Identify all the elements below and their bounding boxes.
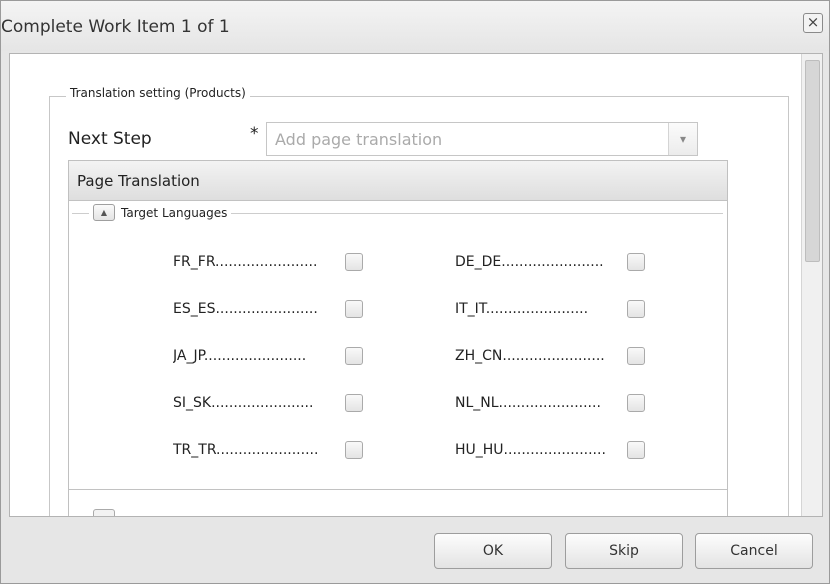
language-label: SI_SK....................... bbox=[173, 395, 314, 411]
language-checkbox-nl-nl[interactable] bbox=[627, 394, 645, 412]
collapse-icon[interactable]: ▲ bbox=[93, 204, 115, 221]
cancel-button[interactable]: Cancel bbox=[695, 533, 813, 569]
language-label: TR_TR....................... bbox=[173, 442, 319, 458]
language-label: ZH_CN....................... bbox=[455, 348, 605, 364]
language-label: FR_FR....................... bbox=[173, 254, 318, 270]
language-row-ja-jp: JA_JP....................... bbox=[173, 347, 363, 365]
language-row-zh-cn: ZH_CN....................... bbox=[455, 347, 645, 365]
language-row-nl-nl: NL_NL....................... bbox=[455, 394, 645, 412]
target-languages-legend: ▲ Target Languages bbox=[89, 204, 232, 221]
language-checkbox-si-sk[interactable] bbox=[345, 394, 363, 412]
language-row-hu-hu: HU_HU....................... bbox=[455, 441, 645, 459]
skip-button[interactable]: Skip bbox=[565, 533, 683, 569]
language-label: DE_DE....................... bbox=[455, 254, 604, 270]
next-step-placeholder: Add page translation bbox=[275, 130, 443, 149]
translation-setting-legend: Translation setting (Products) bbox=[66, 86, 250, 100]
page-translation-title: Page Translation bbox=[77, 172, 200, 190]
next-step-label: Next Step bbox=[68, 129, 152, 149]
language-label: HU_HU....................... bbox=[455, 442, 606, 458]
language-label: ES_ES....................... bbox=[173, 301, 318, 317]
language-row-si-sk: SI_SK....................... bbox=[173, 394, 363, 412]
language-label: JA_JP....................... bbox=[173, 348, 307, 364]
ok-button[interactable]: OK bbox=[434, 533, 552, 569]
dialog-content: Translation setting (Products) Next Step… bbox=[9, 53, 823, 517]
language-checkbox-hu-hu[interactable] bbox=[627, 441, 645, 459]
language-row-de-de: DE_DE....................... bbox=[455, 253, 645, 271]
language-row-tr-tr: TR_TR....................... bbox=[173, 441, 363, 459]
target-languages-section: ▲ Target Languages FR_FR................… bbox=[69, 201, 727, 490]
language-row-es-es: ES_ES....................... bbox=[173, 300, 363, 318]
page-translation-header: Page Translation bbox=[69, 161, 727, 201]
dialog-titlebar: Complete Work Item 1 of 1 × bbox=[1, 1, 829, 51]
scrollbar-thumb[interactable] bbox=[805, 60, 820, 262]
language-checkbox-zh-cn[interactable] bbox=[627, 347, 645, 365]
language-checkbox-fr-fr[interactable] bbox=[345, 253, 363, 271]
complete-work-item-dialog: Complete Work Item 1 of 1 × Translation … bbox=[0, 0, 830, 584]
expand-icon[interactable] bbox=[93, 509, 115, 516]
chevron-down-icon[interactable]: ▾ bbox=[668, 123, 697, 155]
language-label: NL_NL....................... bbox=[455, 395, 601, 411]
language-checkbox-it-it[interactable] bbox=[627, 300, 645, 318]
dialog-title: Complete Work Item 1 of 1 bbox=[1, 17, 230, 37]
language-checkbox-tr-tr[interactable] bbox=[345, 441, 363, 459]
next-step-select[interactable]: Add page translation ▾ bbox=[266, 122, 698, 156]
collapsed-section bbox=[69, 490, 727, 516]
language-checkbox-ja-jp[interactable] bbox=[345, 347, 363, 365]
language-label: IT_IT....................... bbox=[455, 301, 589, 317]
language-row-fr-fr: FR_FR....................... bbox=[173, 253, 363, 271]
language-checkbox-de-de[interactable] bbox=[627, 253, 645, 271]
vertical-scrollbar[interactable] bbox=[801, 54, 822, 516]
page-translation-panel: Page Translation ▲ Target Languages FR_F… bbox=[68, 160, 728, 516]
close-icon[interactable]: × bbox=[803, 13, 823, 33]
target-languages-label: Target Languages bbox=[121, 205, 228, 220]
language-row-it-it: IT_IT....................... bbox=[455, 300, 645, 318]
required-marker: * bbox=[250, 124, 259, 144]
language-checkbox-es-es[interactable] bbox=[345, 300, 363, 318]
